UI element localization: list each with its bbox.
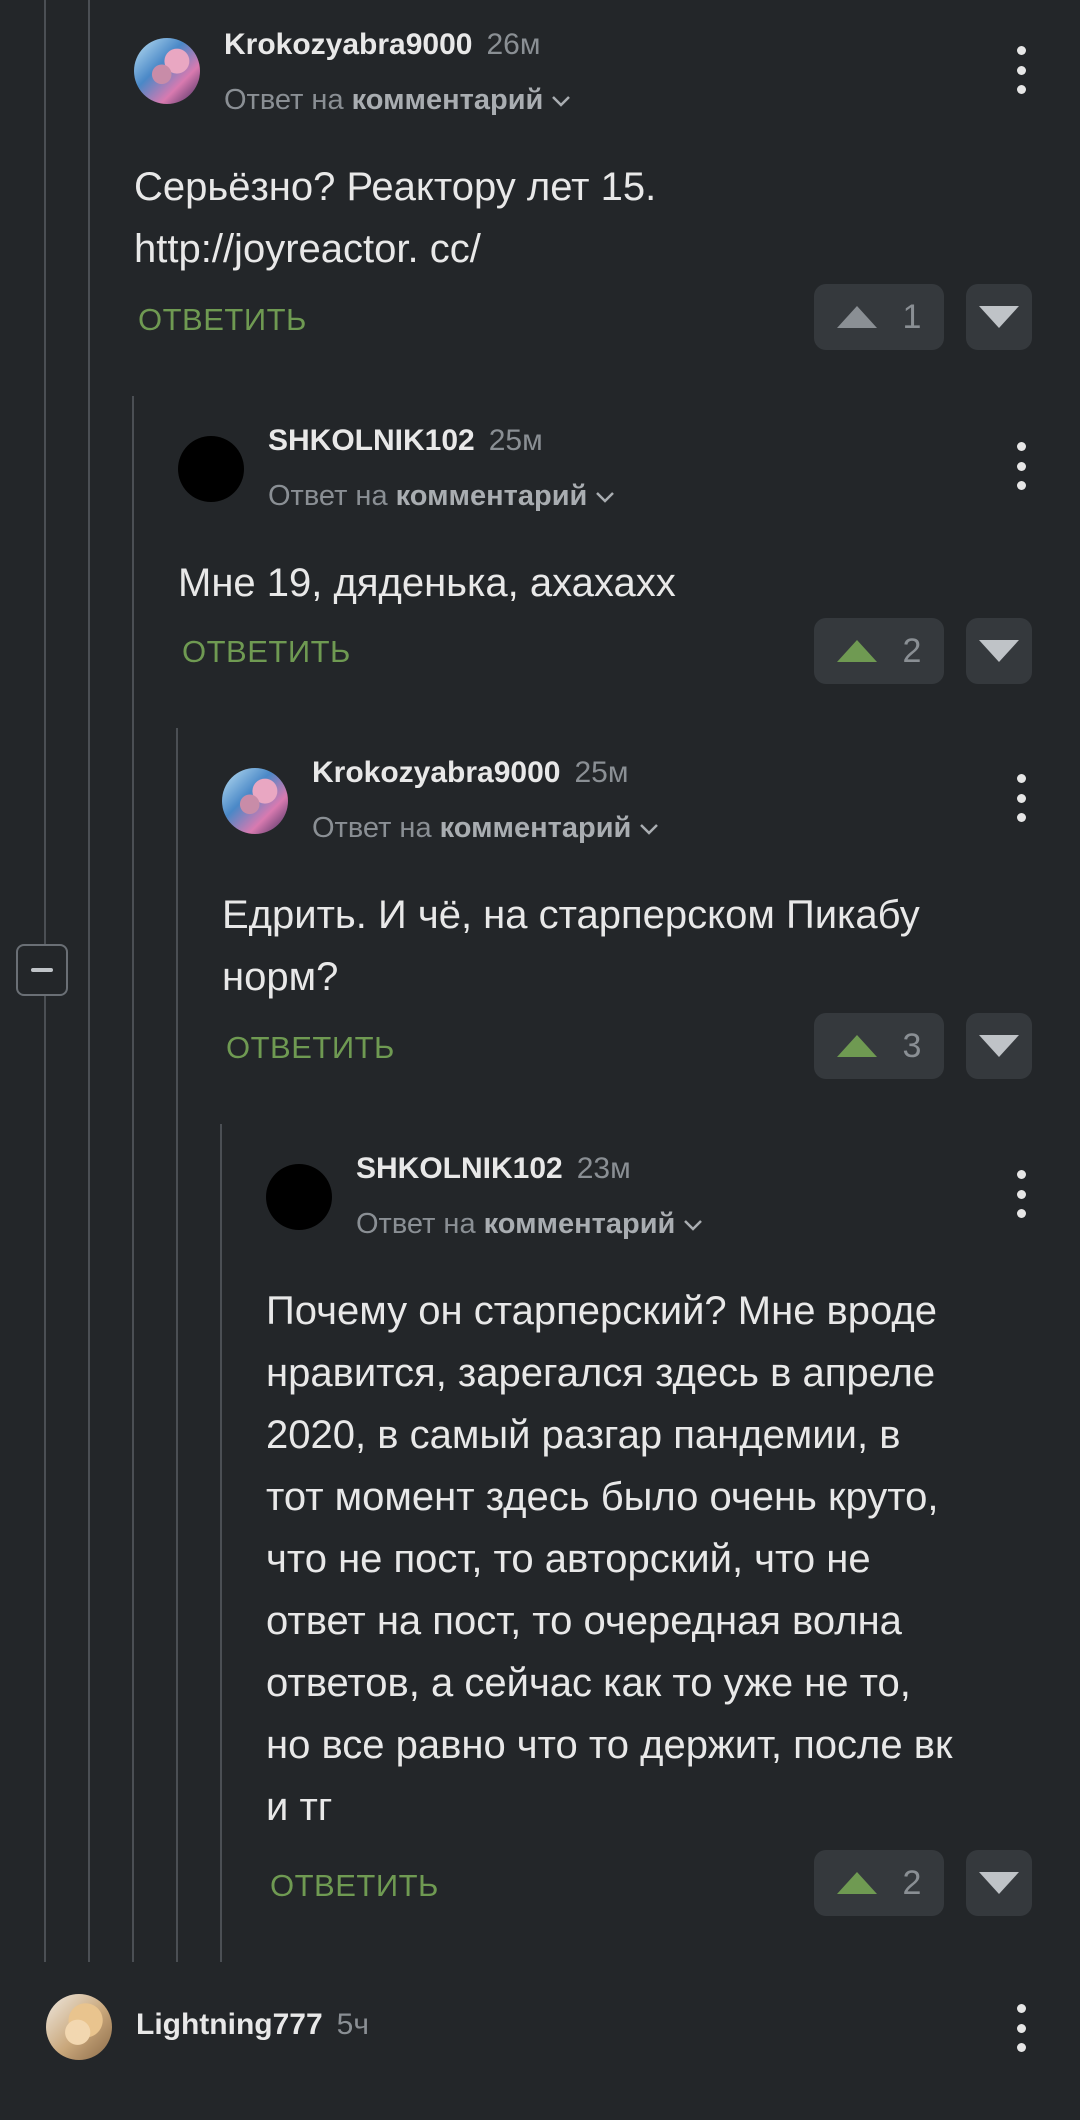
reply-prefix: Ответ на [356, 1208, 476, 1240]
comment-line: тот момент здесь было очень круто, [266, 1475, 939, 1519]
comment-line: 2020, в самый разгар пандемии, в [266, 1413, 901, 1457]
comment-line: что не пост, то авторский, что не [266, 1537, 871, 1581]
chevron-down-icon[interactable] [551, 94, 571, 108]
username[interactable]: Krokozyabra9000 [224, 28, 472, 61]
minus-icon [31, 968, 53, 972]
more-menu-icon[interactable] [1011, 2004, 1031, 2052]
avatar[interactable] [222, 768, 288, 834]
username[interactable]: SHKOLNIK102 [356, 1152, 563, 1185]
arrow-down-icon [979, 1035, 1019, 1057]
vote-count: 1 [902, 297, 922, 336]
comment-line: Серьёзно? Реактору лет 15. [134, 165, 657, 209]
thread-line-3 [132, 396, 134, 1962]
arrow-up-icon [836, 1035, 877, 1057]
downvote-button[interactable] [966, 1850, 1032, 1916]
comment-line: Едрить. И чё, на старперском Пикабу [222, 893, 920, 937]
thread-line-4 [176, 728, 178, 1962]
arrow-up-icon [836, 306, 877, 328]
reply-target[interactable]: комментарий [352, 84, 544, 116]
chevron-down-icon[interactable] [683, 1218, 703, 1232]
more-menu-icon[interactable] [1011, 442, 1031, 490]
reply-button[interactable]: ОТВЕТИТЬ [226, 1030, 395, 1066]
comment-time: 23м [576, 1152, 631, 1185]
collapse-thread-button[interactable] [16, 944, 68, 996]
comment-author[interactable]: SHKOLNIK102 25м [268, 424, 543, 458]
vote-count: 2 [902, 1863, 922, 1902]
comment-line: нравится, зарегался здесь в апреле [266, 1351, 936, 1395]
comment-author[interactable]: SHKOLNIK102 23м [356, 1152, 631, 1186]
reply-button[interactable]: ОТВЕТИТЬ [182, 634, 351, 670]
comment-line: но все равно что то держит, после вк [266, 1723, 953, 1767]
upvote-button[interactable]: 1 [814, 284, 944, 350]
arrow-down-icon [979, 640, 1019, 662]
comment-text: Мне 19, дяденька, ахахахх [178, 552, 1058, 614]
username[interactable]: Lightning777 [136, 2008, 323, 2041]
comment-time: 5ч [336, 2008, 369, 2041]
avatar[interactable] [46, 1994, 112, 2060]
vote-count: 2 [902, 631, 922, 670]
arrow-up-icon [836, 1872, 877, 1894]
reply-to[interactable]: Ответ на комментарий [268, 480, 615, 513]
comment-line: http://joyreactor. cc/ [134, 227, 481, 271]
reply-target[interactable]: комментарий [396, 480, 588, 512]
vote-count: 3 [902, 1026, 922, 1065]
avatar[interactable] [266, 1164, 332, 1230]
arrow-down-icon [979, 1872, 1019, 1894]
reply-target[interactable]: комментарий [484, 1208, 676, 1240]
reply-to[interactable]: Ответ на комментарий [312, 812, 659, 845]
arrow-up-icon [836, 640, 877, 662]
comment-time: 25м [488, 424, 543, 457]
thread-line-1 [44, 0, 46, 944]
downvote-button[interactable] [966, 1013, 1032, 1079]
comment-line: ответ на пост, то очередная волна [266, 1599, 902, 1643]
upvote-button[interactable]: 2 [814, 1850, 944, 1916]
username[interactable]: SHKOLNIK102 [268, 424, 475, 457]
more-menu-icon[interactable] [1011, 1170, 1031, 1218]
comment-line: и тг [266, 1785, 333, 1829]
reply-target[interactable]: комментарий [440, 812, 632, 844]
upvote-button[interactable]: 2 [814, 618, 944, 684]
comment-text: Серьёзно? Реактору лет 15. http://joyrea… [134, 156, 1054, 280]
reply-button[interactable]: ОТВЕТИТЬ [138, 302, 307, 338]
reply-button[interactable]: ОТВЕТИТЬ [270, 1868, 439, 1904]
comment-text: Почему он старперский? Мне вроде нравитс… [266, 1280, 1066, 1838]
chevron-down-icon[interactable] [595, 490, 615, 504]
reply-to[interactable]: Ответ на комментарий [224, 84, 571, 117]
more-menu-icon[interactable] [1011, 774, 1031, 822]
comment-author[interactable]: Lightning777 5ч [136, 2008, 369, 2042]
avatar[interactable] [134, 38, 200, 104]
reply-prefix: Ответ на [224, 84, 344, 116]
comment-line: ответов, а сейчас как то уже не то, [266, 1661, 911, 1705]
comment-author[interactable]: Krokozyabra9000 25м [312, 756, 628, 790]
comment-line: норм? [222, 955, 339, 999]
comment-line: Мне 19, дяденька, ахахахх [178, 561, 676, 605]
comment-line: Почему он старперский? Мне вроде [266, 1289, 937, 1333]
thread-line-2 [88, 0, 90, 1962]
thread-line-1b [44, 996, 46, 1962]
username[interactable]: Krokozyabra9000 [312, 756, 560, 789]
reply-prefix: Ответ на [312, 812, 432, 844]
more-menu-icon[interactable] [1011, 46, 1031, 94]
comment-author[interactable]: Krokozyabra9000 26м [224, 28, 540, 62]
reply-to[interactable]: Ответ на комментарий [356, 1208, 703, 1241]
avatar[interactable] [178, 436, 244, 502]
reply-prefix: Ответ на [268, 480, 388, 512]
chevron-down-icon[interactable] [639, 822, 659, 836]
downvote-button[interactable] [966, 618, 1032, 684]
thread-line-5 [220, 1124, 222, 1962]
arrow-down-icon [979, 306, 1019, 328]
downvote-button[interactable] [966, 284, 1032, 350]
comment-text: Едрить. И чё, на старперском Пикабу норм… [222, 884, 1042, 1008]
upvote-button[interactable]: 3 [814, 1013, 944, 1079]
comment-time: 25м [574, 756, 629, 789]
comment-time: 26м [486, 28, 541, 61]
